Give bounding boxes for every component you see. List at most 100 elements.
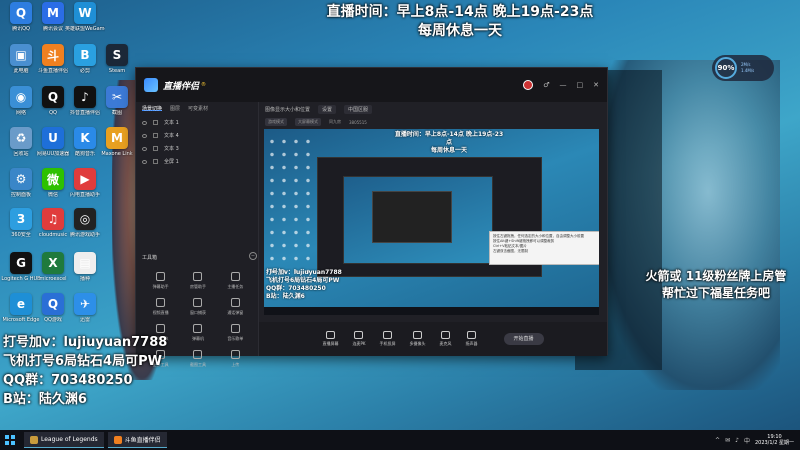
desktop-icon[interactable]: G Logitech G HUB	[1, 252, 41, 296]
network-speed-widget[interactable]: 90% 2M/s 1.4M/s	[712, 55, 774, 81]
scene-label: 文本 1	[164, 120, 179, 126]
tab-scene-switch[interactable]: 场景切换	[142, 105, 163, 112]
action-icon	[413, 331, 423, 339]
app-icon: ◉	[10, 86, 32, 108]
game-mode-pill[interactable]: 游戏模式	[265, 118, 287, 126]
desktop-icon[interactable]: U 网易UU加速器	[36, 127, 70, 171]
lock-icon[interactable]	[153, 133, 158, 138]
desktop-icon[interactable]: ✈ 迅雷	[68, 293, 102, 337]
tool-label: 窗口捕获	[189, 310, 206, 315]
desktop-icon[interactable]: W 英雄联盟WeGame版	[65, 2, 105, 46]
action-button[interactable]: 麦克风	[440, 331, 452, 347]
live-studio-window: 直播伴侣 ® ♂ — □ ✕ 场景切换 图层 可变素材 文本 1 文本 4 文本 3…	[135, 67, 608, 367]
toolbar-display-size[interactable]: 图像显示大小和位置	[265, 106, 310, 113]
tab-variable-assets[interactable]: 可变素材	[188, 105, 208, 112]
desktop-icon[interactable]: e Microsoft Edge	[3, 293, 39, 337]
action-label: 直播屏幕	[322, 341, 339, 346]
app-icon: W	[74, 2, 96, 24]
action-button[interactable]: 连麦PK	[352, 331, 366, 347]
app-icon: Q	[10, 2, 32, 24]
scene-item[interactable]: 文本 1	[142, 116, 252, 129]
toolbar-settings-button[interactable]: 设置	[318, 104, 337, 114]
preview-taskbar	[264, 307, 599, 315]
maximize-button[interactable]: □	[577, 81, 584, 89]
lock-icon[interactable]	[153, 159, 158, 164]
tool-button[interactable]: 视频直播	[142, 298, 179, 316]
action-button[interactable]: 直播屏幕	[322, 331, 338, 347]
desktop-icon[interactable]: Q QQ	[36, 86, 70, 130]
gender-icon[interactable]: ♂	[543, 81, 549, 89]
desktop-icon[interactable]: ▣ 此电脑	[4, 44, 38, 88]
desktop-icon[interactable]: Xmicroexcel	[36, 252, 70, 296]
tray-expand-icon[interactable]: ^	[715, 437, 720, 444]
taskbar-app[interactable]: 斗鱼直播伴侣	[107, 432, 167, 448]
desktop-icon[interactable]: ⚙ 控制面板	[4, 168, 38, 212]
tool-icon	[193, 324, 203, 333]
desktop-icon[interactable]: 斗斗鱼直播伴侣	[36, 44, 70, 88]
desktop-icon[interactable]: ▶ 闪电直播助手	[68, 168, 102, 212]
stream-schedule-overlay: 直播时间：早上8点-14点 晚上19点-23点 每周休息一天	[300, 3, 620, 41]
tool-button[interactable]: 窗口捕获	[179, 298, 216, 316]
eye-icon[interactable]	[142, 146, 147, 151]
eye-icon[interactable]	[142, 159, 147, 164]
tray-volume-icon[interactable]: ♪	[735, 437, 739, 444]
desktop-icon[interactable]: ♻ 回收站	[4, 127, 38, 171]
lock-icon[interactable]	[153, 146, 158, 151]
scene-item[interactable]: 文本 4	[142, 129, 252, 142]
app-titlebar[interactable]: 直播伴侣 ® ♂ — □ ✕	[136, 68, 607, 102]
tool-button[interactable]: 通话弹窗	[217, 298, 254, 316]
toolbox-toggle-icon[interactable]: −	[249, 252, 257, 260]
desktop-icon[interactable]: M Maxone Link	[100, 127, 134, 171]
preview-title: 直播时间：早上8点-14点 晚上19点-23点 每周休息一天	[394, 131, 504, 154]
eye-icon[interactable]	[142, 133, 147, 138]
desktop-icon[interactable]: 3 360安全	[4, 208, 38, 252]
desktop-icon[interactable]: ◉ 网络	[4, 86, 38, 130]
big-screen-pill[interactable]: 大屏幕模式	[295, 118, 321, 126]
app-icon: K	[74, 127, 96, 149]
scene-item[interactable]: 全屏 1	[142, 155, 252, 168]
toolbar-region-select[interactable]: 中国区服	[344, 104, 373, 114]
app-icon: ▶	[74, 168, 96, 190]
minimize-button[interactable]: —	[560, 81, 567, 89]
scene-panel: 场景切换 图层 可变素材 文本 1 文本 4 文本 3 全屏 1 工具箱 − 弹幕助手…	[136, 102, 259, 367]
tool-button[interactable]: 弹幕助手	[142, 272, 179, 290]
preview-nested-window-2	[372, 191, 452, 243]
tool-button[interactable]: 房管助手	[179, 272, 216, 290]
desktop-icon[interactable]: ▤ 播种	[68, 252, 102, 296]
start-button[interactable]	[0, 430, 20, 450]
desktop-icon[interactable]: ♪ 抖音直播伴侣	[68, 86, 102, 130]
desktop-icon-label: 腾讯游戏助手	[69, 232, 100, 238]
start-live-button[interactable]: 开始直播	[503, 333, 544, 345]
preview-overlay-line: 打号加v：lujiuyuan7788	[266, 269, 342, 276]
desktop-icon[interactable]: ♫ cloudmusic	[36, 208, 70, 252]
app-icon: S	[106, 44, 128, 66]
desktop-icon[interactable]: ◎ 腾讯游戏助手	[68, 208, 102, 252]
tray-message-icon[interactable]: ✉	[725, 437, 730, 444]
desktop-icon[interactable]: ✂ 截图	[100, 86, 134, 130]
desktop-icon[interactable]: K 酷狗音乐	[68, 127, 102, 171]
app-icon: X	[42, 252, 64, 274]
desktop-icon[interactable]: S Steam	[100, 44, 134, 88]
tab-layers[interactable]: 图层	[170, 105, 180, 112]
scene-item[interactable]: 文本 3	[142, 142, 252, 155]
eye-icon[interactable]	[142, 120, 147, 125]
action-button[interactable]: 多摄像头	[410, 331, 426, 347]
close-button[interactable]: ✕	[593, 81, 599, 89]
desktop-icon[interactable]: Q 腾讯QQ	[4, 2, 38, 46]
tool-button[interactable]: 主播任务	[217, 272, 254, 290]
lock-icon[interactable]	[153, 120, 158, 125]
desktop-icon-label: 播种	[79, 276, 90, 282]
stream-preview[interactable]: 直播时间：早上8点-14点 晚上19点-23点 每周休息一天 按住左键拖拽，任何…	[264, 129, 599, 315]
desktop-icon[interactable]: M 腾讯会议	[36, 2, 70, 46]
action-button[interactable]: 手机投屏	[380, 331, 396, 347]
desktop-icon[interactable]: 微微信	[36, 168, 70, 212]
taskbar-app[interactable]: League of Legends	[24, 432, 104, 448]
desktop-icon[interactable]: B 必剪	[68, 44, 102, 88]
desktop-icon[interactable]: Q QQ游戏	[36, 293, 70, 337]
avatar[interactable]	[523, 80, 534, 90]
action-button[interactable]: 扬声器	[466, 331, 478, 347]
tray-ime-icon[interactable]: 中	[744, 436, 750, 445]
desktop-icon-label: 闪电直播助手	[69, 192, 100, 198]
tool-icon	[156, 272, 166, 281]
taskbar-clock[interactable]: 19:10 2023/1/2 星期一	[755, 434, 794, 446]
